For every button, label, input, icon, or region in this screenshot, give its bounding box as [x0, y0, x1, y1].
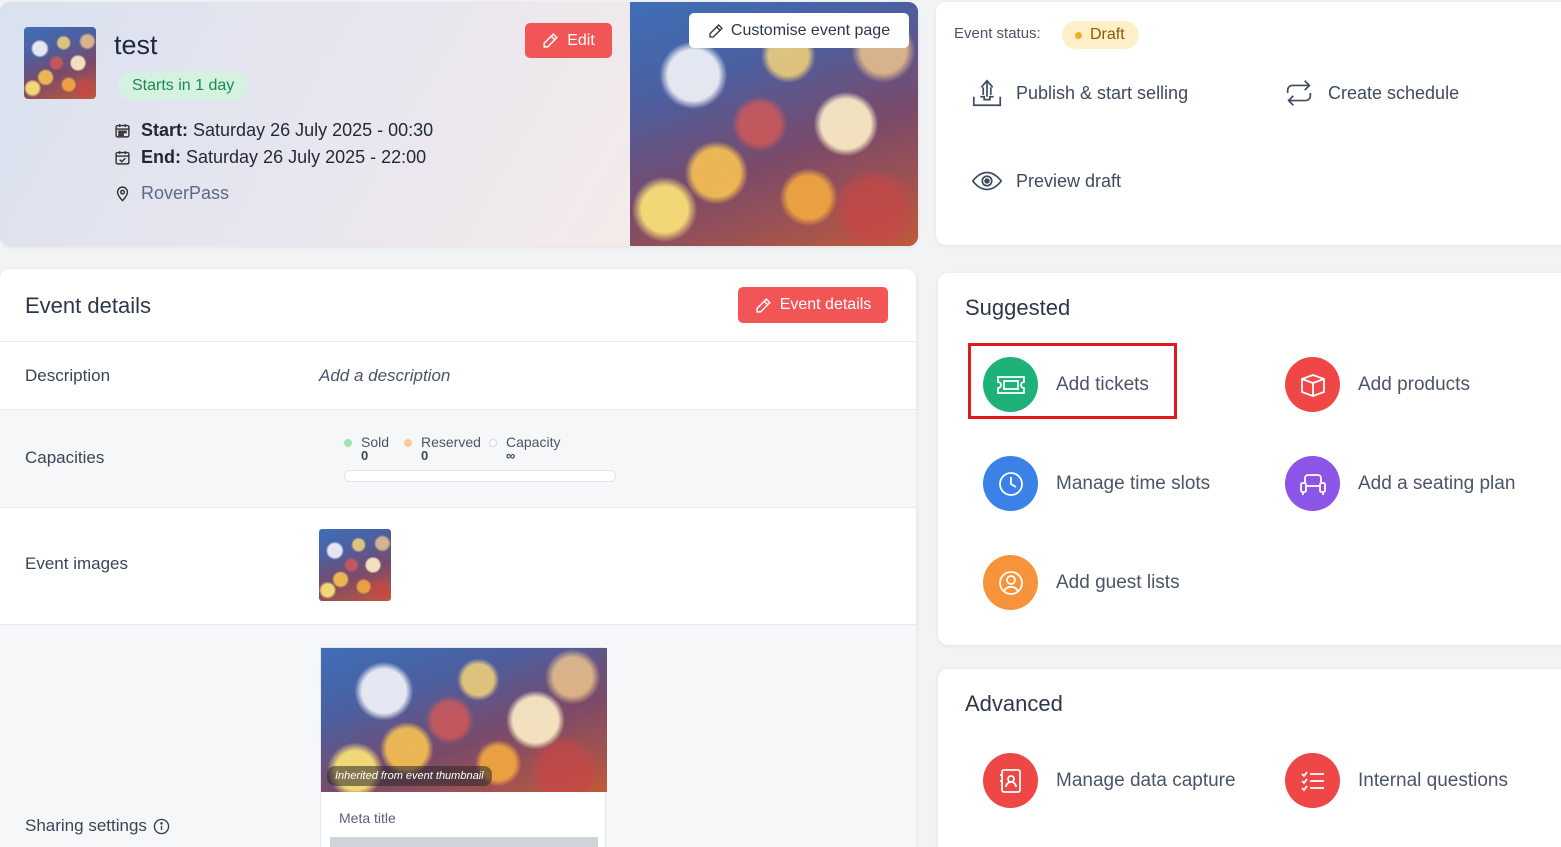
add-guest-lists-label: Add guest lists [1056, 571, 1180, 593]
sharing-settings-row: Sharing settings Inherited from event th… [0, 624, 916, 847]
add-seating-plan-button[interactable]: Add a seating plan [1285, 456, 1515, 511]
event-images-row: Event images [0, 507, 916, 624]
event-title: test [114, 30, 158, 60]
event-details-button[interactable]: Event details [738, 287, 888, 323]
user-circle-icon [983, 555, 1038, 610]
sharing-settings-label: Sharing settings [25, 816, 170, 836]
manage-data-capture-label: Manage data capture [1056, 769, 1236, 791]
edit-button-label: Edit [567, 31, 595, 49]
event-images-label: Event images [25, 554, 128, 573]
suggested-card: Suggested Add tickets Add products Manag… [938, 273, 1561, 645]
description-row: Description Add a description [0, 341, 916, 409]
capacity-dot [489, 439, 497, 447]
event-details-card: Event details Event details Description … [0, 269, 916, 847]
status-badge: Draft [1062, 21, 1139, 49]
event-status-label: Event status: [954, 25, 1041, 42]
publish-button[interactable]: Publish & start selling [970, 76, 1188, 110]
end-value: Saturday 26 July 2025 - 22:00 [186, 147, 427, 167]
suggested-title: Suggested [965, 295, 1071, 320]
starts-badge: Starts in 1 day [118, 72, 249, 100]
add-guest-lists-button[interactable]: Add guest lists [983, 555, 1180, 610]
capacities-label: Capacities [25, 448, 105, 467]
repeat-icon [1286, 80, 1312, 106]
description-label: Description [25, 366, 111, 385]
pencil-icon [709, 23, 723, 38]
add-tickets-button[interactable]: Add tickets [983, 357, 1149, 412]
share-preview-image: Inherited from event thumbnail [321, 648, 607, 792]
manage-time-slots-button[interactable]: Manage time slots [983, 456, 1210, 511]
pencil-icon [543, 33, 559, 48]
customise-event-page-button[interactable]: Customise event page [689, 13, 909, 48]
manage-data-capture-button[interactable]: Manage data capture [983, 753, 1236, 808]
add-products-label: Add products [1358, 373, 1470, 395]
reserved-label: Reserved [421, 434, 481, 450]
edit-button[interactable]: Edit [525, 23, 612, 58]
add-tickets-label: Add tickets [1056, 373, 1149, 395]
capacity-value: ∞ [506, 448, 516, 463]
event-details-title: Event details [25, 293, 151, 318]
checklist-icon [1285, 753, 1340, 808]
sofa-icon [1285, 456, 1340, 511]
end-label: End: [141, 147, 181, 167]
event-details-button-label: Event details [779, 296, 872, 313]
pencil-icon [756, 297, 771, 313]
add-description-link[interactable]: Add a description [319, 366, 450, 386]
venue-row[interactable]: RoverPass [114, 183, 229, 204]
ticket-icon [983, 357, 1038, 412]
info-icon[interactable] [153, 818, 170, 835]
capacities-row: Capacities Sold 0 Reserved 0 Capacity ∞ [0, 409, 916, 507]
contact-card-icon [983, 753, 1038, 808]
start-label: Start: [141, 120, 189, 140]
calendar-icon [115, 124, 130, 138]
add-products-button[interactable]: Add products [1285, 357, 1470, 412]
create-schedule-button[interactable]: Create schedule [1282, 76, 1459, 110]
calendar-check-icon [115, 151, 130, 165]
sold-dot [344, 439, 352, 447]
customise-button-label: Customise event page [730, 21, 891, 39]
venue-link[interactable]: RoverPass [141, 183, 229, 204]
sharing-settings-text: Sharing settings [25, 816, 147, 835]
event-status-card: Event status: Draft Publish & start sell… [936, 2, 1561, 245]
manage-time-slots-label: Manage time slots [1056, 472, 1211, 494]
inherited-caption: Inherited from event thumbnail [327, 766, 492, 786]
sold-stat: Sold 0 [344, 434, 389, 463]
publish-label: Publish & start selling [1016, 82, 1189, 103]
start-date-row: Start: Saturday 26 July 2025 - 00:30 [114, 120, 433, 141]
upload-icon [972, 79, 1002, 107]
internal-questions-button[interactable]: Internal questions [1285, 753, 1508, 808]
capacity-stat: Capacity ∞ [489, 434, 560, 463]
add-seating-plan-label: Add a seating plan [1358, 472, 1516, 494]
eye-icon [971, 171, 1003, 191]
meta-title-label: Meta title [339, 810, 396, 826]
event-image-thumbnail[interactable] [319, 529, 391, 601]
sold-value: 0 [361, 448, 369, 463]
clock-icon [983, 456, 1038, 511]
reserved-stat: Reserved 0 [404, 434, 481, 463]
end-date-row: End: Saturday 26 July 2025 - 22:00 [114, 147, 426, 168]
advanced-title: Advanced [965, 691, 1063, 716]
reserved-value: 0 [421, 448, 429, 463]
event-thumbnail [24, 27, 96, 99]
create-schedule-label: Create schedule [1328, 82, 1460, 103]
share-preview-card: Inherited from event thumbnail Meta titl… [320, 647, 607, 847]
advanced-card: Advanced Manage data capture Internal qu… [938, 669, 1561, 847]
internal-questions-label: Internal questions [1358, 769, 1508, 791]
capacity-progress-bar [344, 470, 616, 482]
location-pin-icon [116, 186, 129, 202]
event-header-card: test Starts in 1 day Start: Saturday 26 … [0, 2, 918, 246]
reserved-dot [404, 439, 412, 447]
box-icon [1285, 357, 1340, 412]
preview-draft-button[interactable]: Preview draft [970, 164, 1121, 198]
meta-title-placeholder [330, 837, 598, 847]
preview-draft-label: Preview draft [1016, 170, 1122, 191]
start-value: Saturday 26 July 2025 - 00:30 [193, 120, 434, 140]
